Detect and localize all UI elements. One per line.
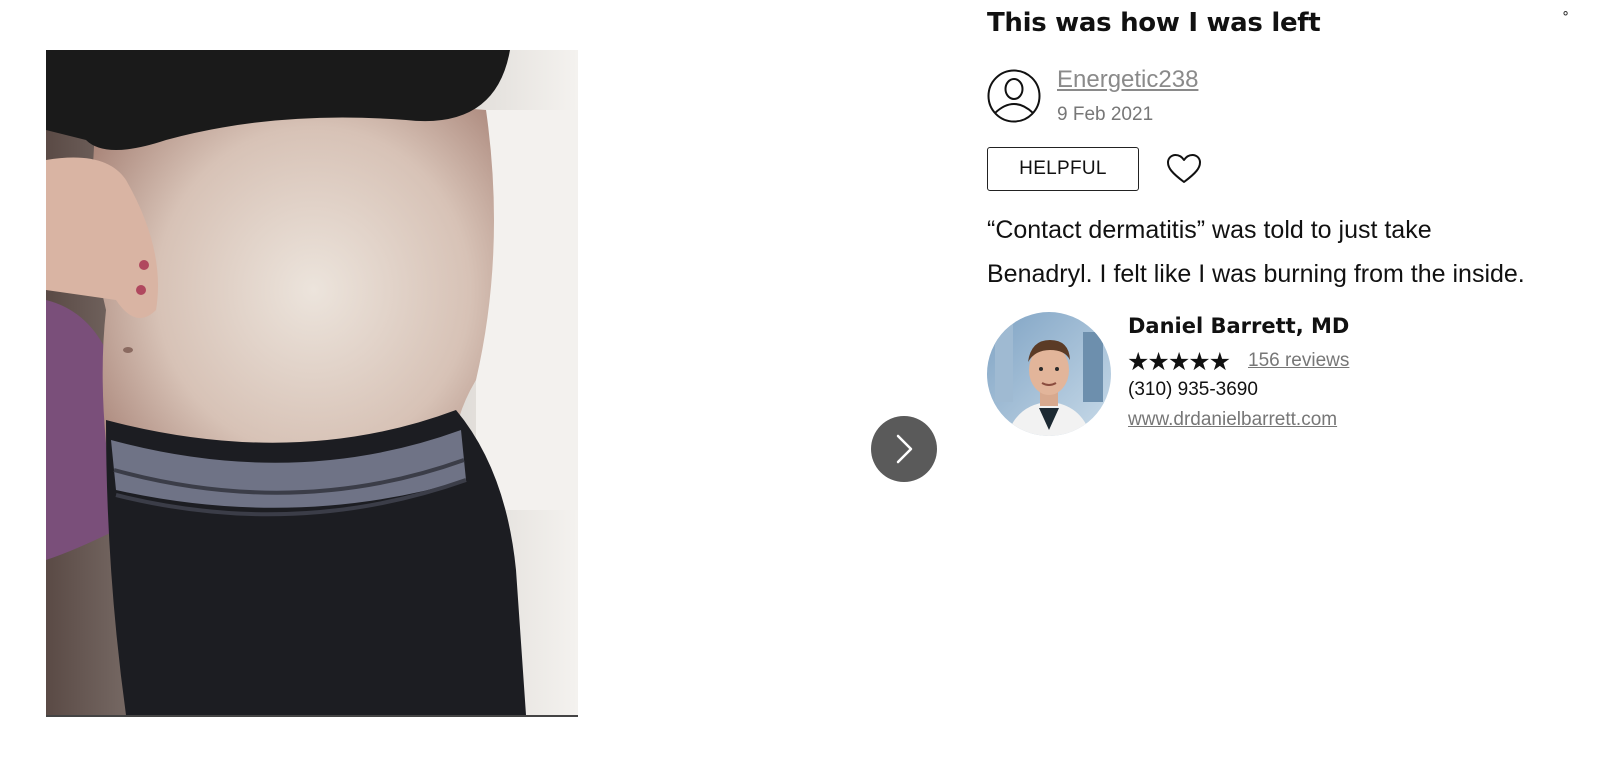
review-photo [46, 50, 578, 717]
review-body-line: Benadryl. I felt like I was burning from… [987, 260, 1525, 288]
doctor-photo [987, 312, 1111, 436]
doctor-phone: (310) 935-3690 [1128, 379, 1258, 400]
doctor-website-link[interactable]: www.drdanielbarrett.com [1128, 409, 1337, 431]
heart-icon[interactable] [1166, 153, 1202, 185]
doctor-reviews-link[interactable]: 156 reviews [1248, 350, 1349, 372]
review-page: This was how I was left ˚ Energetic238 9… [0, 0, 1600, 769]
doctor-name: Daniel Barrett, MD [1128, 314, 1350, 338]
next-image-button[interactable] [871, 416, 937, 482]
review-body-line: “Contact dermatitis” was told to just ta… [987, 216, 1432, 244]
review-date: 9 Feb 2021 [1057, 104, 1154, 125]
corner-mark: ˚ [1563, 10, 1569, 30]
user-avatar-icon [987, 69, 1041, 123]
review-title: This was how I was left [987, 8, 1321, 38]
doctor-rating-stars: ★★★★★ [1127, 348, 1231, 376]
chevron-right-icon [896, 434, 913, 464]
helpful-button[interactable]: HELPFUL [987, 147, 1139, 191]
reviewer-username-link[interactable]: Energetic238 [1057, 66, 1198, 94]
review-body: “Contact dermatitis” was told to just ta… [987, 208, 1587, 296]
